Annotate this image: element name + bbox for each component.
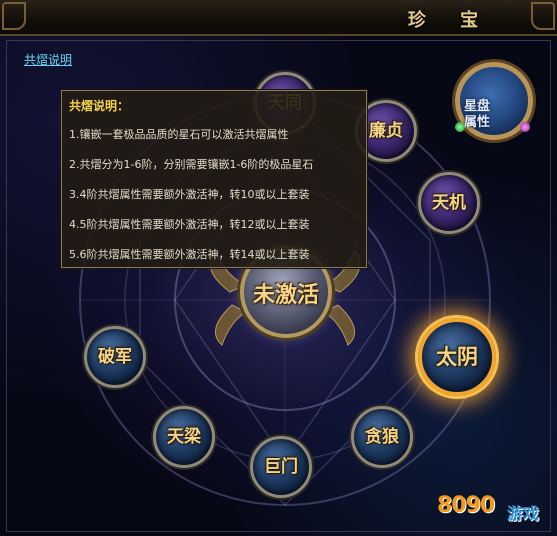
orb-tanlang-label: 贪狼 xyxy=(365,427,399,447)
orb-tanlang[interactable]: 贪狼 xyxy=(351,406,413,468)
tooltip-line: 3.4阶共熠属性需要额外激活神，转10或以上套装 xyxy=(69,188,310,201)
corner-ornament-left xyxy=(2,2,26,30)
purple-gem-icon xyxy=(520,122,530,132)
watermark-suffix: 游戏 xyxy=(507,504,540,523)
orb-tianliang[interactable]: 天梁 xyxy=(153,406,215,468)
watermark-logo: 8090 游戏 xyxy=(435,488,553,532)
tooltip-title: 共熠说明： xyxy=(69,99,130,113)
help-tooltip: 共熠说明： 1.镶嵌一套极品品质的星石可以激活共熠属性 2.共熠分为1-6阶，分… xyxy=(61,90,367,268)
orb-jumen-label: 巨门 xyxy=(264,457,298,477)
treasure-window: 珍 宝 共熠说明 天同 廉贞 天机 太阴 贪狼 巨门 天梁 破军 未激活 星盘属… xyxy=(0,0,557,536)
star-attribute-text: 星盘属性 xyxy=(463,99,490,130)
help-link[interactable]: 共熠说明 xyxy=(24,51,72,68)
title-bar: 珍 宝 xyxy=(0,0,557,36)
orb-tianliang-label: 天梁 xyxy=(167,427,201,447)
orb-taiyin[interactable]: 太阴 xyxy=(418,318,496,396)
tooltip-line: 1.镶嵌一套极品品质的星石可以激活共熠属性 xyxy=(69,128,289,141)
orb-jumen[interactable]: 巨门 xyxy=(250,436,312,498)
orb-tianji-label: 天机 xyxy=(432,193,466,213)
tooltip-line: 2.共熠分为1-6阶，分别需要镶嵌1-6阶的极品星石 xyxy=(69,158,314,171)
orb-taiyin-label: 太阴 xyxy=(436,344,478,369)
green-gem-icon xyxy=(455,122,465,132)
watermark-brand: 8090 xyxy=(437,493,495,518)
corner-ornament-right xyxy=(531,2,555,30)
orb-tianji[interactable]: 天机 xyxy=(418,172,480,234)
activation-status: 未激活 xyxy=(252,282,319,308)
tooltip-line: 5.6阶共熠属性需要额外激活神，转14或以上套装 xyxy=(69,248,310,261)
orb-pojun[interactable]: 破军 xyxy=(84,326,146,388)
window-title: 珍 宝 xyxy=(407,10,493,31)
orb-pojun-label: 破军 xyxy=(98,347,132,367)
tooltip-line: 4.5阶共熠属性需要额外激活神，转12或以上套装 xyxy=(69,218,310,231)
